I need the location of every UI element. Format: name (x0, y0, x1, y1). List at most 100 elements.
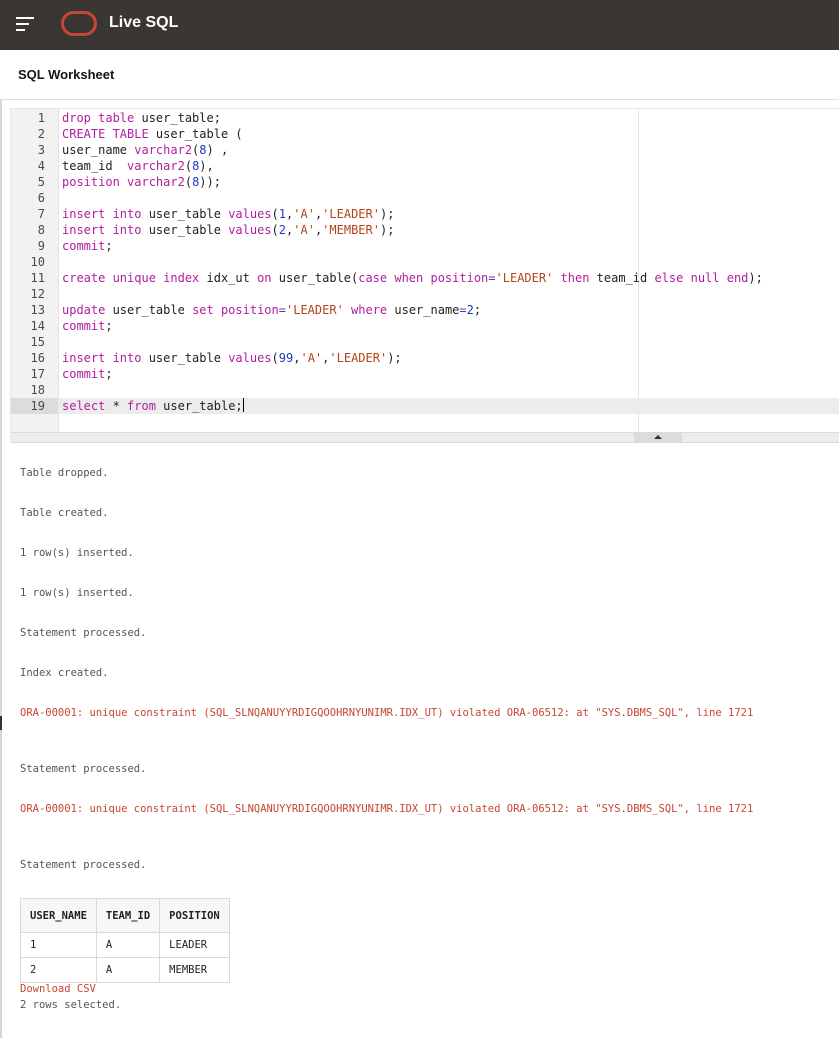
code-token: 'LEADER' (329, 351, 388, 365)
code-text: team_id varchar2(8), (62, 158, 214, 174)
code-line[interactable]: 17 commit; (11, 366, 839, 382)
line-number: 9 (37, 239, 45, 253)
code-line[interactable]: 19 select * from user_table; (11, 398, 839, 414)
code-token: ( (271, 223, 279, 237)
code-line[interactable]: 2 CREATE TABLE user_table ( (11, 126, 839, 142)
code-token: else null end (654, 271, 749, 285)
code-token: 'A' (300, 351, 323, 365)
code-token: ; (105, 239, 113, 253)
collapse-editor-button[interactable] (634, 433, 682, 442)
code-token: ), (199, 159, 214, 173)
code-line[interactable]: 13 update user_table set position='LEADER… (11, 302, 839, 318)
code-token: insert into (62, 351, 142, 365)
download-csv-link[interactable]: Download CSV (20, 982, 96, 996)
line-number: 5 (37, 175, 45, 189)
code-token: user_name (387, 303, 460, 317)
code-line[interactable]: 5 position varchar2(8)); (11, 174, 839, 190)
code-text: insert into user_table values(99,'A','LE… (62, 350, 402, 366)
code-token: position (62, 175, 120, 189)
error-message: ORA-00001: unique constraint (SQL_SLNQAN… (20, 803, 754, 815)
line-number: 11 (30, 271, 45, 285)
code-text: commit; (62, 366, 113, 382)
line-number: 10 (30, 255, 45, 269)
code-line[interactable]: 14 commit; (11, 318, 839, 334)
result-table: USER_NAME TEAM_ID POSITION 1 A LEADER 2 … (20, 898, 230, 983)
output-message: Table dropped. (20, 467, 109, 479)
code-token: = (459, 303, 467, 317)
code-token: on (257, 271, 272, 285)
code-token: user_table( (271, 271, 359, 285)
output-message: 1 row(s) inserted. (20, 547, 134, 559)
page-title: SQL Worksheet (18, 67, 115, 82)
line-number: 14 (30, 319, 45, 333)
code-token: ); (379, 223, 395, 237)
code-line[interactable]: 1 drop table user_table; (11, 110, 839, 126)
hamburger-menu-icon[interactable] (16, 15, 36, 33)
code-token: 2 (278, 223, 287, 237)
code-token: ); (387, 351, 402, 365)
code-line[interactable]: 3 user_name varchar2(8) , (11, 142, 839, 158)
line-number: 8 (37, 223, 45, 237)
code-token: case when position (358, 271, 489, 285)
code-line[interactable]: 15 (11, 334, 839, 350)
code-text: update user_table set position='LEADER' … (62, 302, 481, 318)
line-number: 2 (37, 127, 45, 141)
column-header: POSITION (159, 898, 230, 933)
code-token: = (278, 303, 286, 317)
code-token: ; (105, 319, 113, 333)
code-token: values (228, 223, 272, 237)
column-header: USER_NAME (20, 898, 97, 933)
line-number: 7 (37, 207, 45, 221)
code-token: user_table (105, 303, 193, 317)
code-token: ) , (206, 143, 229, 157)
line-number: 6 (37, 191, 45, 205)
code-token: team_id (589, 271, 655, 285)
code-token: * (105, 399, 128, 413)
code-token: 'A' (293, 223, 315, 237)
oracle-logo-icon (61, 11, 97, 36)
code-token: ( (184, 175, 193, 189)
code-token: user_table (141, 207, 229, 221)
code-token: idx_ut (199, 271, 258, 285)
table-cell: MEMBER (159, 957, 230, 983)
output-message: 1 row(s) inserted. (20, 587, 134, 599)
code-token: CREATE TABLE (62, 127, 149, 141)
code-text: create unique index idx_ut on user_table… (62, 270, 763, 286)
left-edge-marker (0, 716, 2, 730)
code-line[interactable]: 8 insert into user_table values(2,'A','ME… (11, 222, 839, 238)
code-token: 'LEADER' (495, 271, 554, 285)
code-line[interactable]: 18 (11, 382, 839, 398)
code-token: commit (62, 319, 106, 333)
code-text: CREATE TABLE user_table ( (62, 126, 243, 142)
code-token: commit (62, 239, 106, 253)
code-line[interactable]: 7 insert into user_table values(1,'A','LE… (11, 206, 839, 222)
code-token: ; (105, 367, 113, 381)
code-token: ( (184, 159, 193, 173)
code-line[interactable]: 9 commit; (11, 238, 839, 254)
column-header: TEAM_ID (95, 898, 161, 933)
code-line[interactable]: 12 (11, 286, 839, 302)
table-row: 1 A LEADER (20, 932, 230, 958)
code-token: update (62, 303, 106, 317)
output-message: Statement processed. (20, 763, 147, 775)
code-token: 'A' (293, 207, 315, 221)
code-token: set position (192, 303, 279, 317)
code-token: 2 (466, 303, 474, 317)
code-text: insert into user_table values(2,'A','MEM… (62, 222, 394, 238)
code-token: )); (199, 175, 221, 189)
code-token: ( (271, 351, 279, 365)
code-line[interactable]: 16 insert into user_table values(99,'A','… (11, 350, 839, 366)
code-line[interactable]: 10 (11, 254, 839, 270)
code-line[interactable]: 4 team_id varchar2(8), (11, 158, 839, 174)
code-line[interactable]: 6 (11, 190, 839, 206)
code-text: position varchar2(8)); (62, 174, 221, 190)
code-token: user_name (62, 143, 135, 157)
code-line[interactable]: 11 create unique index idx_ut on user_tab… (11, 270, 839, 286)
code-text: commit; (62, 318, 113, 334)
line-number: 1 (37, 111, 45, 125)
line-number: 4 (37, 159, 45, 173)
line-number: 19 (11, 398, 58, 414)
code-editor[interactable]: 1 drop table user_table; 2 CREATE TABLE use… (10, 108, 839, 433)
